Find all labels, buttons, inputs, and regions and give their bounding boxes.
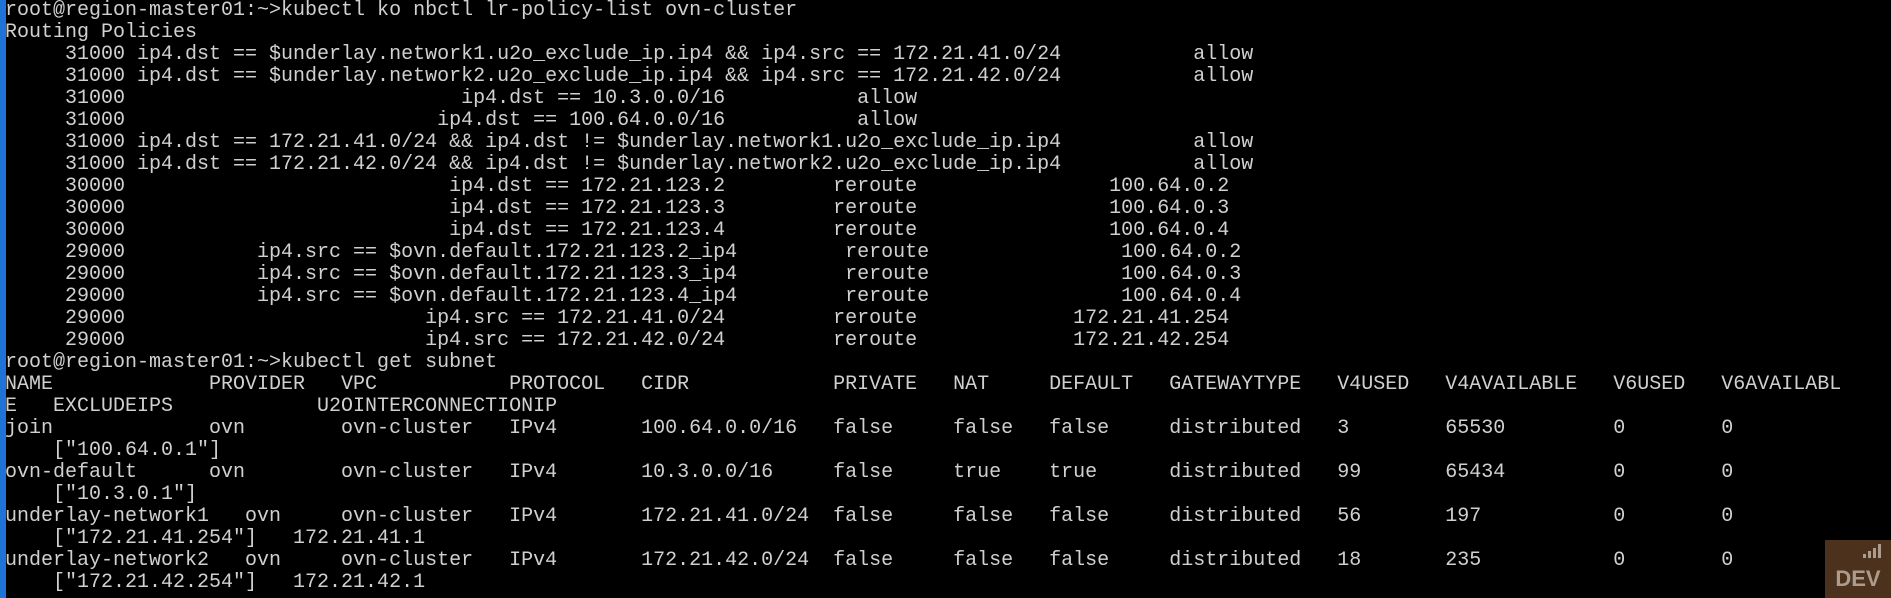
command-line-get-subnet: root@region-master01:~>kubectl get subne… [5, 352, 498, 374]
subnet-row-wrap: ["172.21.42.254"] 172.21.42.1 [5, 572, 1891, 594]
policy-row: 29000 ip4.src == $ovn.default.172.21.123… [5, 286, 1242, 308]
policy-row: 29000 ip4.src == $ovn.default.172.21.123… [5, 264, 1242, 286]
dev-watermark: DEV [1825, 540, 1891, 598]
policy-row: 30000 ip4.dst == 172.21.123.2 reroute 10… [5, 176, 1230, 198]
subnet-table-header-wrap: E EXCLUDEIPS U2OINTERCONNECTIONIP [5, 396, 558, 418]
policy-row: 30000 ip4.dst == 172.21.123.4 reroute 10… [5, 220, 1230, 242]
policy-row: 29000 ip4.src == 172.21.41.0/24 reroute … [5, 308, 1230, 330]
policy-row: 30000 ip4.dst == 172.21.123.3 reroute 10… [5, 198, 1230, 220]
policy-row: 31000 ip4.dst == 100.64.0.0/16 allow [5, 110, 918, 132]
output-heading-routing-policies: Routing Policies [5, 22, 198, 44]
subnet-table-header: NAME PROVIDER VPC PROTOCOL CIDR PRIVATE … [5, 374, 1842, 396]
subnet-row: ovn-default ovn ovn-cluster IPv4 10.3.0.… [5, 462, 1734, 484]
policy-row: 29000 ip4.src == 172.21.42.0/24 reroute … [5, 330, 1230, 352]
subnet-row-wrap: ["100.64.0.1"] [5, 440, 222, 462]
policy-row: 31000 ip4.dst == 172.21.42.0/24 && ip4.d… [5, 154, 1254, 176]
policy-row: 31000 ip4.dst == 10.3.0.0/16 allow [5, 88, 918, 110]
subnet-row: underlay-network1 ovn ovn-cluster IPv4 1… [5, 506, 1734, 528]
subnet-row: underlay-network2 ovn ovn-cluster IPv4 1… [5, 550, 1734, 572]
subnet-row-wrap-text: ["172.21.42.254"] 172.21.42.1 [5, 571, 426, 594]
subnet-row: join ovn ovn-cluster IPv4 100.64.0.0/16 … [5, 418, 1734, 440]
policy-row: 31000 ip4.dst == 172.21.41.0/24 && ip4.d… [5, 132, 1254, 154]
terminal-output[interactable]: root@region-master01:~>kubectl ko nbctl … [5, 0, 1891, 598]
signal-bars-icon [1863, 544, 1883, 558]
policy-row: 31000 ip4.dst == $underlay.network2.u2o_… [5, 66, 1254, 88]
subnet-row-wrap: ["172.21.41.254"] 172.21.41.1 [5, 528, 426, 550]
policy-row: 29000 ip4.src == $ovn.default.172.21.123… [5, 242, 1242, 264]
policy-row: 31000 ip4.dst == $underlay.network1.u2o_… [5, 44, 1254, 66]
subnet-row-wrap: ["10.3.0.1"] [5, 484, 198, 506]
command-line-lr-policy-list: root@region-master01:~>kubectl ko nbctl … [5, 0, 798, 22]
watermark-label: DEV [1835, 566, 1881, 591]
